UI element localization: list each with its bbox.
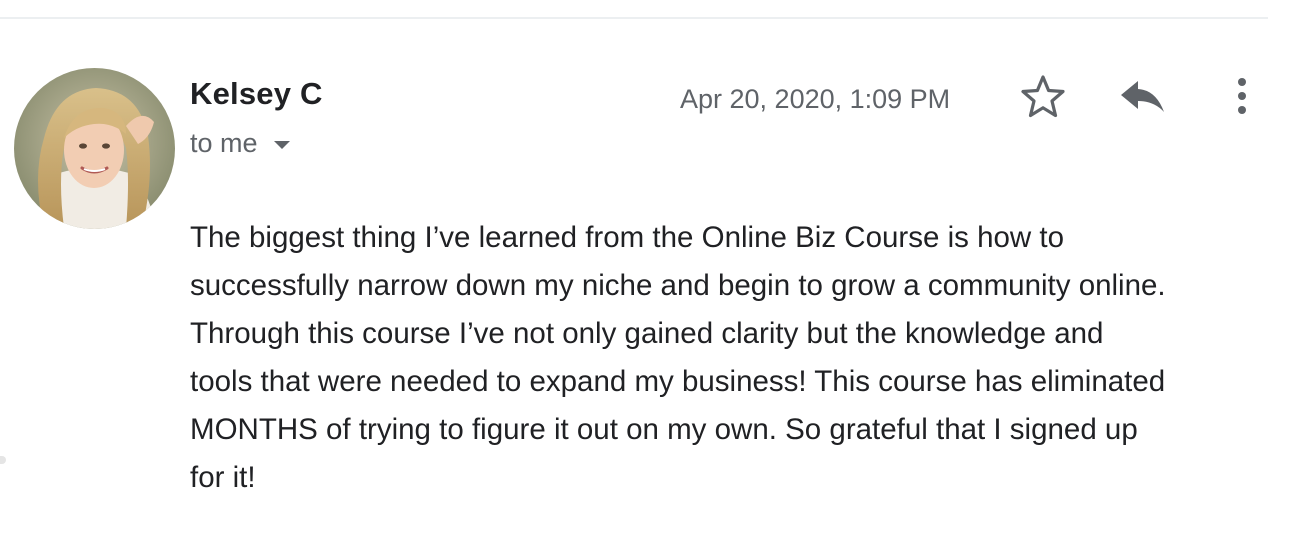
message-body-line: tools that were needed to expand my busi… bbox=[190, 365, 1166, 398]
recipient-text: to me bbox=[190, 128, 258, 158]
message-timestamp: Apr 20, 2020, 1:09 PM bbox=[680, 84, 951, 114]
message-body-line: for it! bbox=[190, 461, 256, 494]
email-message-view: Kelsey C to me Apr 20, 2020, 1:09 PM The… bbox=[0, 0, 1298, 533]
edge-mark bbox=[0, 456, 6, 464]
message-body-line: MONTHS of trying to figure it out on my … bbox=[190, 413, 1138, 446]
more-vertical-icon bbox=[1238, 78, 1246, 114]
reply-button[interactable] bbox=[1116, 74, 1168, 120]
reply-icon bbox=[1121, 81, 1164, 112]
star-outline-icon bbox=[1021, 75, 1065, 118]
sender-avatar[interactable] bbox=[14, 68, 175, 229]
caret-down-icon[interactable] bbox=[273, 140, 290, 149]
message-body-line: successfully narrow down my niche and be… bbox=[190, 269, 1166, 302]
message-body: The biggest thing I’ve learned from the … bbox=[190, 214, 1280, 502]
star-button[interactable] bbox=[1018, 72, 1068, 122]
more-options-button[interactable] bbox=[1226, 74, 1258, 120]
sender-name[interactable]: Kelsey C bbox=[190, 76, 323, 112]
top-divider bbox=[0, 17, 1268, 19]
message-body-line: The biggest thing I’ve learned from the … bbox=[190, 221, 1064, 254]
recipient-details-toggle[interactable]: to me bbox=[190, 128, 290, 159]
avatar-photo bbox=[14, 68, 175, 229]
message-body-line: Through this course I’ve not only gained… bbox=[190, 317, 1104, 350]
